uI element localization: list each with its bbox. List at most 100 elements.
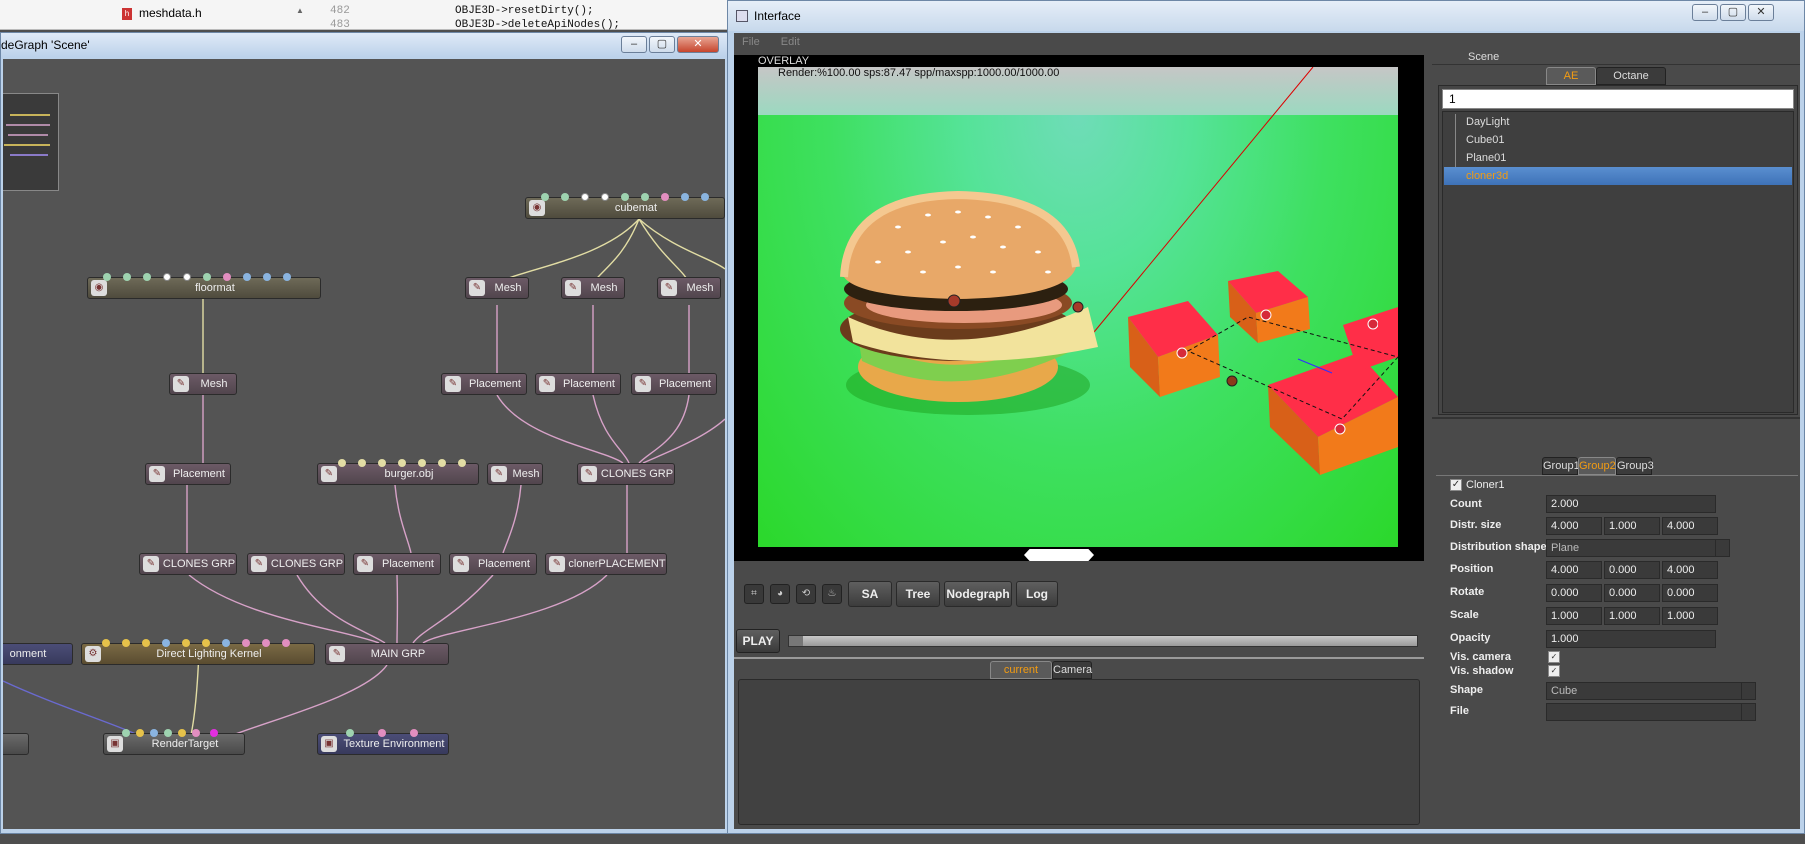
node-pin[interactable] [192, 729, 200, 737]
node-pin[interactable] [142, 639, 150, 647]
node-pin[interactable] [541, 193, 549, 201]
node-placement[interactable]: ✎ Placement [535, 373, 621, 395]
rotate-y-field[interactable]: 0.000 [1604, 584, 1660, 602]
file-tab-meshdata[interactable]: meshdata.h [139, 6, 202, 20]
menu-edit[interactable]: Edit [781, 36, 800, 48]
tab-group3[interactable]: Group3 [1616, 457, 1654, 475]
node-pin[interactable] [203, 273, 211, 281]
node-pin[interactable] [458, 459, 466, 467]
minimize-button[interactable]: – [621, 36, 647, 53]
node-pin[interactable] [163, 273, 171, 281]
node-cloner-placement[interactable]: ✎ clonerPLACEMENT [545, 553, 667, 575]
node-pin[interactable] [561, 193, 569, 201]
tab-group1[interactable]: Group1 [1542, 457, 1580, 475]
scale-z-field[interactable]: 1.000 [1662, 607, 1718, 625]
camera-tool-icon[interactable]: ⌗ [744, 584, 764, 604]
nodegraph-button[interactable]: Nodegraph [944, 581, 1012, 607]
close-button[interactable]: ✕ [677, 36, 719, 53]
node-pin[interactable] [210, 729, 218, 737]
node-pin[interactable] [701, 193, 709, 201]
maximize-button[interactable]: ▢ [1720, 4, 1746, 21]
node-placement[interactable]: ✎ Placement [145, 463, 231, 485]
node-pin[interactable] [102, 639, 110, 647]
node-placement[interactable]: ✎ Placement [631, 373, 717, 395]
sa-button[interactable]: SA [848, 581, 892, 607]
scene-filter-input[interactable]: 1 [1442, 89, 1794, 109]
node-pin[interactable] [601, 193, 609, 201]
tab-ae-scene[interactable]: AE Scene [1546, 67, 1596, 98]
count-field[interactable]: 2.000 [1546, 495, 1716, 513]
render-settings-icon[interactable]: ⟲ [796, 584, 816, 604]
node-pin[interactable] [358, 459, 366, 467]
interface-titlebar[interactable]: Interface – ▢ ✕ [728, 1, 1804, 31]
node-mesh[interactable]: ✎ Mesh [487, 463, 543, 485]
node-pin[interactable] [661, 193, 669, 201]
distribution-shape-dropdown[interactable]: Plane [1546, 539, 1730, 557]
nodegraph-titlebar[interactable]: deGraph 'Scene' – ▢ ✕ [1, 33, 727, 57]
rotate-x-field[interactable]: 0.000 [1546, 584, 1602, 602]
node-pin[interactable] [162, 639, 170, 647]
node-floormat[interactable]: ◉ floormat [87, 273, 321, 299]
node-pin[interactable] [263, 273, 271, 281]
node-pin[interactable] [410, 729, 418, 737]
node-pin[interactable] [136, 729, 144, 737]
node-texture-environment[interactable]: ▣ Texture Environment [317, 729, 449, 755]
node-pin[interactable] [621, 193, 629, 201]
node-clones-grp[interactable]: ✎ CLONES GRP [247, 553, 345, 575]
node-direct-lighting-kernel[interactable]: ⚙ Direct Lighting Kernel [81, 639, 315, 665]
position-y-field[interactable]: 0.000 [1604, 561, 1660, 579]
node-mesh[interactable]: ✎ Mesh [169, 373, 237, 395]
node-pin[interactable] [223, 273, 231, 281]
position-z-field[interactable]: 4.000 [1662, 561, 1718, 579]
node-placement[interactable]: ✎ Placement [353, 553, 441, 575]
node-pin[interactable] [243, 273, 251, 281]
node-placement[interactable]: ✎ Placement [449, 553, 537, 575]
node-pin[interactable] [122, 729, 130, 737]
file-field[interactable] [1546, 703, 1756, 721]
node-pin[interactable] [438, 459, 446, 467]
node-environment[interactable]: onment [3, 643, 73, 665]
node-pin[interactable] [202, 639, 210, 647]
minimize-button[interactable]: – [1692, 4, 1718, 21]
render-viewport[interactable]: OVERLAY Render:%100.00 sps:87.47 spp/max… [734, 55, 1424, 561]
node-main-grp[interactable]: ✎ MAIN GRP [325, 643, 449, 665]
node-pin[interactable] [378, 459, 386, 467]
shape-dropdown[interactable]: Cube [1546, 682, 1756, 700]
node-pin[interactable] [183, 273, 191, 281]
node-pin[interactable] [338, 459, 346, 467]
node-pin[interactable] [178, 729, 186, 737]
rotate-z-field[interactable]: 0.000 [1662, 584, 1718, 602]
tab-octane-nodes[interactable]: Octane nodes [1596, 67, 1666, 98]
node-pin[interactable] [262, 639, 270, 647]
scale-x-field[interactable]: 1.000 [1546, 607, 1602, 625]
node-pin[interactable] [282, 639, 290, 647]
node-offscreen[interactable] [3, 733, 29, 755]
tree-button[interactable]: Tree [896, 581, 940, 607]
node-mesh[interactable]: ✎ Mesh [465, 277, 529, 299]
node-clones-grp[interactable]: ✎ CLONES GRP [577, 463, 675, 485]
node-placement[interactable]: ✎ Placement [441, 373, 527, 395]
node-mesh[interactable]: ✎ Mesh [561, 277, 625, 299]
node-pin[interactable] [164, 729, 172, 737]
node-pin[interactable] [378, 729, 386, 737]
vis-shadow-checkbox[interactable]: ✓ [1548, 665, 1560, 677]
opacity-field[interactable]: 1.000 [1546, 630, 1716, 648]
viewport-resize-handle[interactable] [1024, 549, 1094, 561]
tree-item-cube01[interactable]: Cube01 [1444, 131, 1792, 149]
tab-current-node[interactable]: current node [990, 661, 1052, 692]
node-pin[interactable] [123, 273, 131, 281]
tab-group2[interactable]: Group2 [1578, 457, 1616, 475]
close-button[interactable]: ✕ [1748, 4, 1774, 21]
node-pin[interactable] [182, 639, 190, 647]
node-clones-grp[interactable]: ✎ CLONES GRP [139, 553, 237, 575]
node-pin[interactable] [143, 273, 151, 281]
nodegraph-canvas[interactable]: ◉ cubemat ◉ floormat ✎ Mesh ✎ Mesh ✎ Mes… [3, 59, 725, 829]
node-pin[interactable] [242, 639, 250, 647]
node-pin[interactable] [641, 193, 649, 201]
timeline-slider[interactable] [788, 635, 1418, 647]
node-pin[interactable] [150, 729, 158, 737]
distr-size-z-field[interactable]: 4.000 [1662, 517, 1718, 535]
scroll-up-icon[interactable]: ▲ [296, 6, 306, 16]
node-mesh[interactable]: ✎ Mesh [657, 277, 721, 299]
distr-size-y-field[interactable]: 1.000 [1604, 517, 1660, 535]
